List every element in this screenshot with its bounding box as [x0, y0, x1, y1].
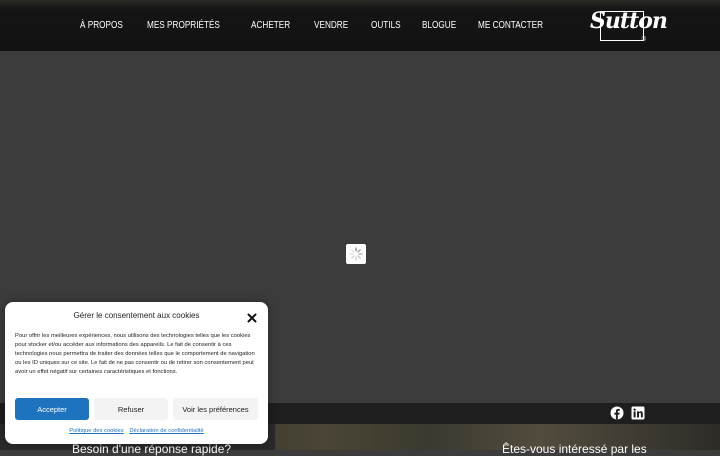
cookie-policy-link[interactable]: Politique des cookies: [69, 428, 123, 434]
sutton-logo[interactable]: Sutton ®: [590, 7, 668, 43]
nav-item-acheter[interactable]: ACHETER: [251, 20, 290, 31]
cookie-dialog-title: Gérer le consentement aux cookies: [73, 311, 200, 320]
refuse-button[interactable]: Refuser: [94, 398, 168, 420]
logo-registered-mark: ®: [641, 37, 646, 43]
quick-answer-heading: Besoin d'une réponse rapide?: [72, 442, 232, 456]
nav-item-a-propos[interactable]: À PROPOS: [80, 20, 123, 31]
accept-button[interactable]: Accepter: [15, 398, 89, 420]
facebook-icon[interactable]: [610, 406, 624, 420]
cookie-dialog-text: Pour offrir les meilleures expériences, …: [15, 333, 255, 375]
nav-item-vendre[interactable]: VENDRE: [314, 20, 348, 31]
main-nav: À PROPOS MES PROPRIÉTÉS ACHETER VENDRE O…: [80, 0, 573, 51]
view-preferences-button[interactable]: Voir les préférences: [173, 398, 258, 420]
cookie-links: Politique des cookies Déclaration de con…: [5, 428, 268, 434]
nav-item-outils[interactable]: OUTILS: [371, 20, 401, 31]
nav-item-blogue[interactable]: BLOGUE: [422, 20, 456, 31]
interest-heading: Êtes-vous intéressé par les: [502, 442, 647, 456]
logo-text: Sutton: [590, 8, 668, 34]
cookie-consent-dialog: Gérer le consentement aux cookies Pour o…: [5, 302, 268, 444]
linkedin-icon[interactable]: [631, 406, 645, 420]
privacy-statement-link[interactable]: Déclaration de confidentialité: [129, 428, 203, 434]
loading-spinner-icon: [346, 244, 366, 264]
nav-item-mes-proprietes[interactable]: MES PROPRIÉTÉS: [147, 20, 220, 31]
nav-item-me-contacter[interactable]: ME CONTACTER: [478, 20, 543, 31]
site-header: À PROPOS MES PROPRIÉTÉS ACHETER VENDRE O…: [0, 0, 720, 51]
close-icon[interactable]: [247, 310, 257, 323]
